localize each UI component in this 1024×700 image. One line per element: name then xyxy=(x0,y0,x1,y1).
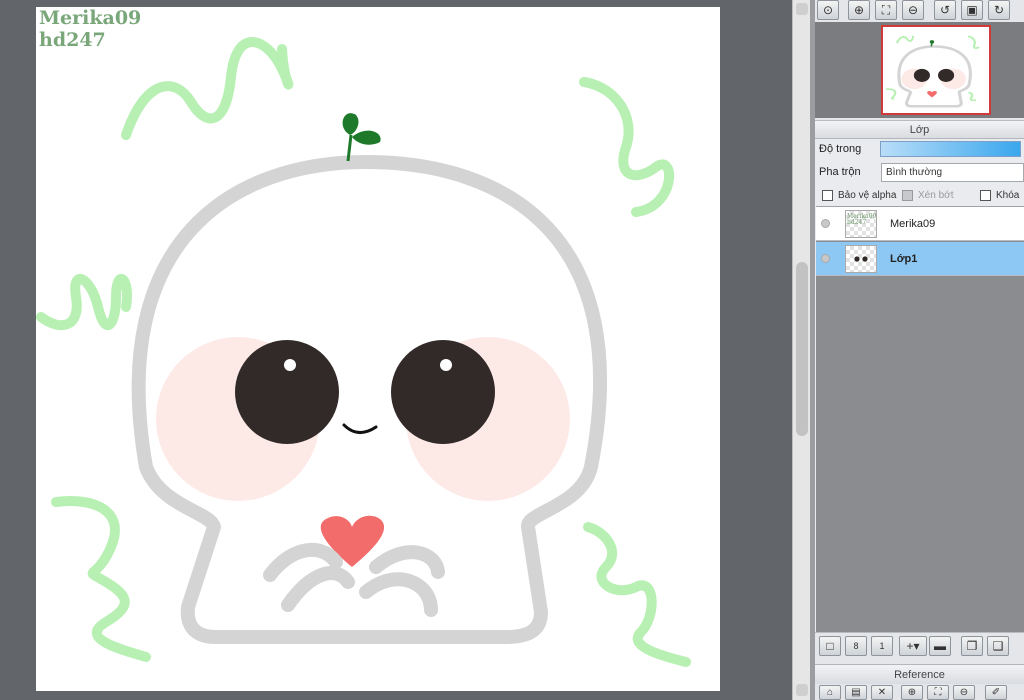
vertical-scrollbar[interactable] xyxy=(792,0,810,700)
lock-label: Khóa xyxy=(996,189,1020,201)
merge-icon: ❑ xyxy=(992,639,1004,653)
fullscreen-icon: ▣ xyxy=(966,3,978,17)
duplicate-icon: ❐ xyxy=(966,639,978,653)
zoom-out-button[interactable]: ⊖ xyxy=(902,0,924,20)
right-eye xyxy=(391,340,495,444)
layer-row-lop1[interactable]: Lớp1 xyxy=(816,242,1024,276)
blend-mode-select[interactable]: Bình thường xyxy=(881,163,1024,182)
scroll-down-arrow[interactable] xyxy=(796,684,808,696)
reference-fit-button[interactable]: ⛶ xyxy=(927,685,949,700)
checkbox-box xyxy=(822,189,833,201)
zoom-in-icon: ⊕ xyxy=(907,687,917,698)
add-layer-dropdown[interactable]: +▾ xyxy=(899,636,927,656)
add-dropdown-icon: +▾ xyxy=(906,639,920,653)
eyedropper-icon: ✐ xyxy=(991,687,1001,698)
thumbnail-watermark: Merika09 hd247 xyxy=(847,213,877,226)
reference-eyedropper-button[interactable]: ✐ xyxy=(985,685,1007,700)
layer-1bit-icon: 1 xyxy=(879,641,885,651)
reference-zoom-in-button[interactable]: ⊕ xyxy=(901,685,923,700)
reference-open-button[interactable]: ▤ xyxy=(845,685,867,700)
fit-icon: ⛶ xyxy=(881,2,891,17)
opacity-slider[interactable] xyxy=(880,141,1021,157)
layer-list[interactable]: Merika09 hd247 Merika09 Lớp1 xyxy=(816,206,1024,632)
fullscreen-button[interactable]: ▣ xyxy=(961,0,983,20)
zoom-in-button[interactable]: ⊕ xyxy=(848,0,870,20)
navigator-thumbnail xyxy=(885,35,980,108)
navigator-preview[interactable] xyxy=(881,25,991,115)
scroll-up-arrow[interactable] xyxy=(796,3,808,15)
watermark-line2: hd247 xyxy=(39,29,106,51)
reference-panel-title: Reference xyxy=(815,664,1024,684)
left-eye xyxy=(235,340,339,444)
seedling-leaf-right xyxy=(352,130,381,145)
layer-name: Merika09 xyxy=(890,218,936,230)
lock-checkbox[interactable]: Khóa xyxy=(980,188,1019,202)
right-panel: ⊙ ⊕ ⛶ ⊖ ↺ ▣ ↻ Lớp Độ trong Pha trộn Bình… xyxy=(815,0,1024,700)
drawing-canvas[interactable]: Merika09 hd247 xyxy=(36,7,720,691)
blend-mode-label: Pha trộn xyxy=(819,166,861,178)
protect-alpha-label: Bảo vệ alpha xyxy=(838,189,897,201)
layer-thumbnail-art xyxy=(854,256,868,262)
reference-toolbar: ⌂ ▤ ✕ ⊕ ⛶ ⊖ ✐ xyxy=(815,684,1024,700)
rotate-right-button[interactable]: ↻ xyxy=(988,0,1010,20)
close-icon: ✕ xyxy=(877,687,887,698)
new-layer-button[interactable]: □ xyxy=(819,636,841,656)
artwork xyxy=(36,37,691,667)
rotate-right-icon: ↻ xyxy=(993,3,1005,17)
zoom-out-icon: ⊖ xyxy=(907,3,919,17)
layer-panel-title: Lớp xyxy=(815,121,1024,139)
mouth xyxy=(342,423,378,434)
fit-icon: ⛶ xyxy=(934,687,942,698)
new-1bit-layer-button[interactable]: 1 xyxy=(871,636,893,656)
rotate-left-icon: ↺ xyxy=(939,3,951,17)
seedling-leaf-left xyxy=(342,113,359,135)
duplicate-layer-button[interactable]: ❐ xyxy=(961,636,983,656)
zoom-out-icon: ⊖ xyxy=(959,687,969,698)
zoom-in-icon: ⊕ xyxy=(853,3,865,17)
reference-zoom-out-button[interactable]: ⊖ xyxy=(953,685,975,700)
home-icon: ⌂ xyxy=(826,687,834,698)
new-8bit-layer-button[interactable]: 8 xyxy=(845,636,867,656)
open-icon: ▤ xyxy=(851,687,861,698)
layer-8bit-icon: 8 xyxy=(853,641,859,651)
layer-thumbnail xyxy=(845,245,877,273)
visibility-icon[interactable] xyxy=(821,219,830,228)
merge-layer-button[interactable]: ❑ xyxy=(987,636,1009,656)
zoom-reset-icon: ⊙ xyxy=(822,3,834,17)
watermark-line1: Merika09 xyxy=(39,7,142,29)
layer-name: Lớp1 xyxy=(890,253,918,265)
canvas-workspace[interactable]: Merika09 hd247 xyxy=(0,0,792,700)
navigator-panel[interactable] xyxy=(815,22,1024,118)
checkbox-box xyxy=(902,189,913,201)
zoom-reset-button[interactable]: ⊙ xyxy=(817,0,839,20)
clipping-checkbox: Xén bớt xyxy=(902,188,953,202)
clipping-label: Xén bớt xyxy=(918,189,954,201)
visibility-icon[interactable] xyxy=(821,254,830,263)
reference-home-button[interactable]: ⌂ xyxy=(819,685,841,700)
layer-thumbnail: Merika09 hd247 xyxy=(845,210,877,238)
fit-button[interactable]: ⛶ xyxy=(875,0,897,20)
new-layer-icon: □ xyxy=(826,639,834,653)
scrollbar-thumb[interactable] xyxy=(796,262,808,436)
rotate-left-button[interactable]: ↺ xyxy=(934,0,956,20)
layer-row-merika09[interactable]: Merika09 hd247 Merika09 xyxy=(816,207,1024,241)
checkbox-box xyxy=(980,189,991,201)
new-folder-button[interactable]: ▬ xyxy=(929,636,951,656)
folder-icon: ▬ xyxy=(934,639,946,653)
protect-alpha-checkbox[interactable]: Bảo vệ alpha xyxy=(822,188,896,202)
opacity-label: Độ trong xyxy=(819,143,862,155)
reference-close-button[interactable]: ✕ xyxy=(871,685,893,700)
layer-toolbar: □ 8 1 +▾ ▬ ❐ ❑ xyxy=(815,632,1024,660)
